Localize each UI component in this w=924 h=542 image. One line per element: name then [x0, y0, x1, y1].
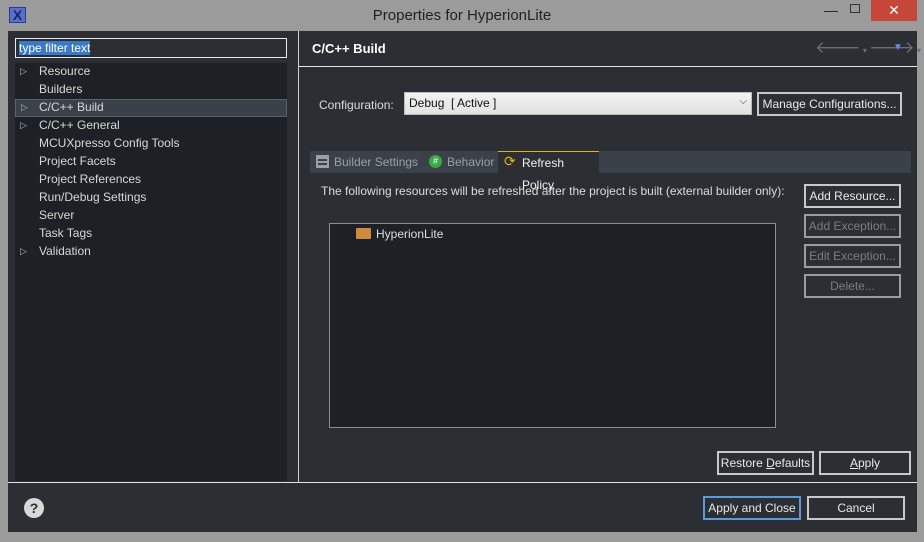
tree-item[interactable]: Server: [15, 207, 287, 225]
tree-item-label: Validation: [39, 244, 91, 258]
tree-item[interactable]: ▷ Validation: [15, 243, 287, 261]
label-part: efaults: [774, 456, 811, 470]
tree-item[interactable]: ▷ C/C++ General: [15, 117, 287, 135]
resource-tree[interactable]: HyperionLite: [329, 223, 776, 428]
forward-icon[interactable]: 🡒: [869, 38, 915, 57]
tree-item-label: Run/Debug Settings: [39, 190, 147, 204]
expand-icon[interactable]: ▷: [21, 100, 28, 115]
tab-label: Behavior: [447, 155, 495, 169]
delete-button[interactable]: Delete...: [804, 274, 901, 298]
window-title: Properties for HyperionLite: [372, 7, 552, 24]
restore-defaults-button[interactable]: Restore Defaults: [717, 451, 814, 475]
view-menu-icon[interactable]: ▼: [893, 42, 903, 53]
edit-exception-button[interactable]: Edit Exception...: [804, 244, 901, 268]
tree-item[interactable]: MCUXpresso Config Tools: [15, 135, 287, 153]
tree-item-label: Resource: [39, 64, 91, 78]
help-icon[interactable]: ?: [24, 498, 44, 518]
tree-item-label: C/C++ Build: [39, 100, 104, 114]
close-button[interactable]: ✕: [871, 0, 917, 21]
tree-item-label: Project References: [39, 172, 142, 186]
chevron-down-icon: ⌵: [739, 96, 747, 107]
configuration-select[interactable]: Debug [ Active ] ⌵: [404, 92, 752, 115]
manage-configurations-button[interactable]: Manage Configurations...: [757, 92, 902, 116]
behavior-icon: #: [429, 155, 442, 168]
tree-item-label: MCUXpresso Config Tools: [39, 136, 180, 150]
resource-item[interactable]: HyperionLite: [376, 227, 443, 241]
tree-item[interactable]: Builders: [15, 81, 287, 99]
filter-text: type filter text: [19, 41, 91, 55]
tree-item[interactable]: Project References: [15, 171, 287, 189]
apply-and-close-button[interactable]: Apply and Close: [703, 496, 801, 520]
expand-icon[interactable]: ▷: [20, 63, 27, 80]
page-title: C/C++ Build: [312, 41, 386, 56]
mnemonic: A: [849, 456, 858, 470]
property-tree: ▷ Resource Builders ▷ C/C++ Build ▷ C/C++ Gene…: [15, 63, 287, 481]
minimize-button[interactable]: —: [824, 2, 838, 18]
tree-item[interactable]: Run/Debug Settings: [15, 189, 287, 207]
tree-item-label: Project Facets: [39, 154, 116, 168]
expand-icon[interactable]: ▷: [20, 117, 27, 134]
tab-behavior[interactable]: # Behavior: [423, 151, 497, 173]
add-resource-button[interactable]: Add Resource...: [804, 184, 901, 208]
folder-icon: [356, 228, 371, 239]
nav-arrows: 🡐 ▾ 🡒 ▾: [815, 38, 921, 57]
refresh-description: The following resources will be refreshe…: [321, 184, 785, 198]
builder-settings-icon: [316, 155, 329, 168]
tree-item-label: Server: [39, 208, 75, 222]
title-separator: [299, 66, 917, 67]
configuration-value: Debug [ Active ]: [409, 96, 497, 110]
label-part: Restore: [720, 456, 767, 470]
tab-bar: Builder Settings # Behavior ⟳ Refresh Poli…: [310, 151, 911, 192]
apply-button[interactable]: Apply: [819, 451, 911, 475]
tree-item[interactable]: Task Tags: [15, 225, 287, 243]
mnemonic: D: [766, 456, 775, 470]
tree-item[interactable]: ▷ C/C++ Build: [15, 99, 287, 117]
refresh-icon: ⟳: [504, 153, 516, 169]
label-part: pply: [858, 456, 881, 470]
expand-icon[interactable]: ▷: [20, 243, 27, 260]
add-exception-button[interactable]: Add Exception...: [804, 214, 901, 238]
tab-label: Builder Settings: [334, 155, 419, 169]
tab-refresh-policy[interactable]: ⟳ Refresh Policy: [498, 151, 599, 192]
maximize-button[interactable]: [850, 4, 860, 13]
tree-item-label: Task Tags: [39, 226, 93, 240]
cancel-button[interactable]: Cancel: [807, 496, 905, 520]
back-icon[interactable]: 🡐: [815, 38, 861, 57]
tree-item-label: Builders: [39, 82, 83, 96]
filter-input[interactable]: type filter text: [15, 38, 287, 58]
tree-item-label: C/C++ General: [39, 118, 120, 132]
tab-builder-settings[interactable]: Builder Settings: [310, 151, 422, 173]
tree-item[interactable]: Project Facets: [15, 153, 287, 171]
tree-item[interactable]: ▷ Resource: [15, 63, 287, 81]
configuration-label: Configuration:: [319, 98, 394, 112]
